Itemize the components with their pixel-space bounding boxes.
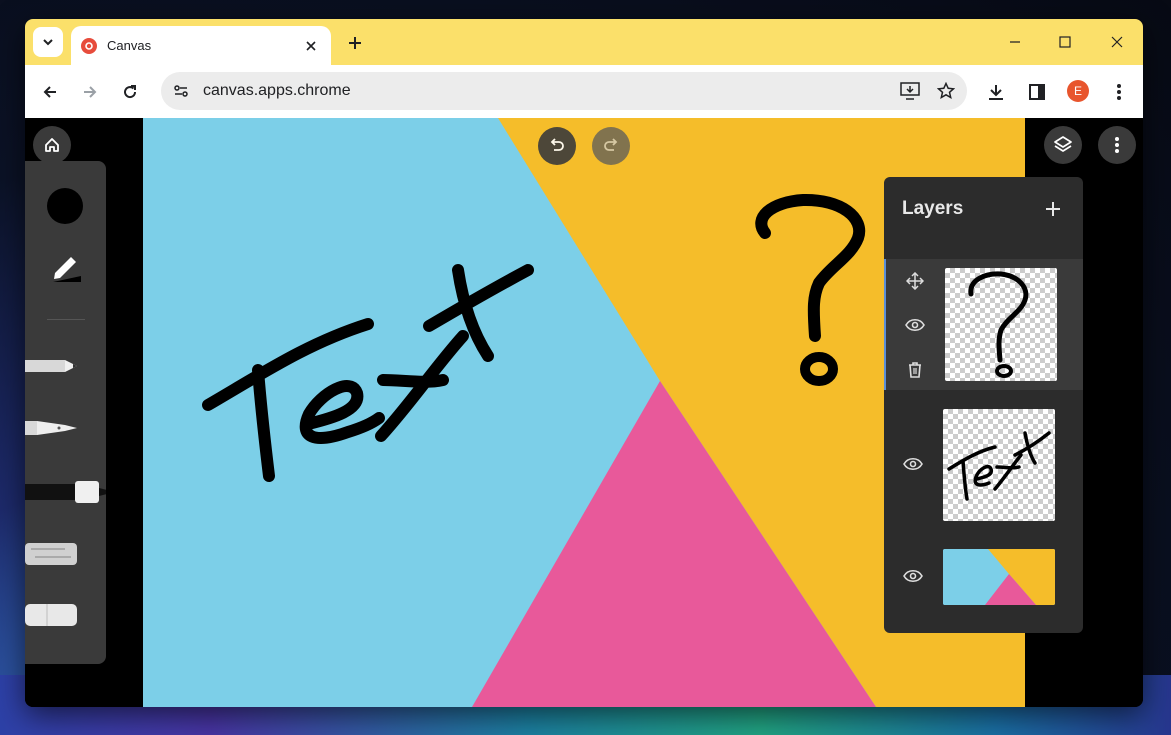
forward-button[interactable] bbox=[76, 78, 104, 106]
tool-panel bbox=[25, 161, 106, 664]
side-panel-button[interactable] bbox=[1023, 78, 1051, 106]
new-tab-button[interactable] bbox=[343, 31, 367, 55]
layers-panel: Layers bbox=[884, 177, 1083, 633]
redo-button[interactable] bbox=[592, 127, 630, 165]
layers-header: Layers bbox=[884, 177, 1083, 241]
add-layer-button[interactable] bbox=[1041, 197, 1065, 221]
side-panel-icon bbox=[1029, 84, 1045, 100]
eye-icon bbox=[903, 457, 923, 471]
eraser-tool[interactable] bbox=[25, 599, 106, 631]
install-app-button[interactable] bbox=[895, 76, 925, 106]
tab-close-button[interactable] bbox=[301, 36, 321, 56]
tab-bar: Canvas bbox=[25, 19, 1143, 65]
delete-layer-button[interactable] bbox=[903, 358, 927, 382]
tab-canvas[interactable]: Canvas bbox=[71, 26, 331, 65]
install-app-icon bbox=[900, 82, 920, 100]
layer-item[interactable] bbox=[884, 399, 1083, 524]
bookmark-button[interactable] bbox=[931, 76, 961, 106]
layers-button[interactable] bbox=[1044, 126, 1082, 164]
url-text: canvas.apps.chrome bbox=[203, 82, 351, 99]
downloads-button[interactable] bbox=[982, 78, 1010, 106]
plus-icon bbox=[1046, 202, 1060, 216]
home-icon bbox=[45, 138, 59, 152]
undo-icon bbox=[550, 138, 564, 151]
plus-icon bbox=[349, 37, 361, 49]
undo-button[interactable] bbox=[538, 127, 576, 165]
layers-icon bbox=[1054, 136, 1072, 152]
move-icon bbox=[906, 272, 924, 290]
more-vert-icon bbox=[1117, 84, 1121, 100]
layers-title: Layers bbox=[902, 198, 964, 219]
forward-icon bbox=[84, 86, 97, 98]
layer-thumbnail bbox=[943, 549, 1055, 605]
app-menu-button[interactable] bbox=[1098, 126, 1136, 164]
eye-icon bbox=[903, 569, 923, 583]
tool-divider bbox=[47, 319, 85, 320]
browser-window: Canvas canvas.apps.chrome E Layers bbox=[25, 19, 1143, 707]
chalk-tool[interactable] bbox=[25, 539, 106, 569]
close-icon bbox=[306, 40, 316, 51]
move-layer-button[interactable] bbox=[903, 269, 927, 293]
home-button[interactable] bbox=[33, 126, 71, 164]
back-button[interactable] bbox=[36, 78, 64, 106]
minimize-icon bbox=[1010, 41, 1020, 43]
pencil-tool[interactable] bbox=[25, 351, 106, 381]
color-picker-button[interactable] bbox=[47, 188, 83, 224]
maximize-button[interactable] bbox=[1045, 27, 1085, 57]
trash-icon bbox=[909, 362, 921, 378]
window-close-icon bbox=[1111, 36, 1123, 48]
back-icon bbox=[43, 86, 56, 98]
more-vert-icon bbox=[1115, 137, 1119, 153]
redo-icon bbox=[604, 138, 618, 151]
toggle-visibility-button[interactable] bbox=[903, 313, 927, 337]
reload-icon bbox=[124, 85, 137, 99]
chevron-down-icon bbox=[43, 39, 53, 46]
address-bar[interactable]: canvas.apps.chrome bbox=[161, 72, 967, 110]
star-icon bbox=[937, 82, 955, 100]
fountain-pen-tool[interactable] bbox=[25, 413, 106, 443]
tab-search-button[interactable] bbox=[33, 27, 63, 57]
layer-thumbnail bbox=[943, 409, 1055, 521]
window-close-button[interactable] bbox=[1097, 27, 1137, 57]
chrome-menu-button[interactable] bbox=[1105, 78, 1133, 106]
canvas-favicon bbox=[81, 37, 97, 54]
canvas-app: Layers bbox=[25, 118, 1143, 707]
layer-thumbnail bbox=[945, 268, 1057, 381]
toggle-visibility-button[interactable] bbox=[901, 452, 925, 476]
tab-title: Canvas bbox=[107, 38, 152, 53]
eye-icon bbox=[905, 318, 925, 332]
layer-item[interactable] bbox=[884, 259, 1083, 390]
download-icon bbox=[989, 85, 1003, 100]
toggle-visibility-button[interactable] bbox=[901, 564, 925, 588]
profile-avatar[interactable]: E bbox=[1067, 80, 1089, 102]
pencil-icon bbox=[53, 257, 81, 282]
brush-size-button[interactable] bbox=[49, 251, 83, 285]
maximize-icon bbox=[1059, 36, 1071, 48]
layer-item[interactable] bbox=[884, 532, 1083, 622]
reload-button[interactable] bbox=[116, 78, 144, 106]
minimize-button[interactable] bbox=[995, 27, 1035, 57]
marker-tool[interactable] bbox=[25, 474, 106, 508]
browser-toolbar: canvas.apps.chrome E bbox=[25, 65, 1143, 118]
site-info-icon[interactable] bbox=[169, 79, 193, 103]
